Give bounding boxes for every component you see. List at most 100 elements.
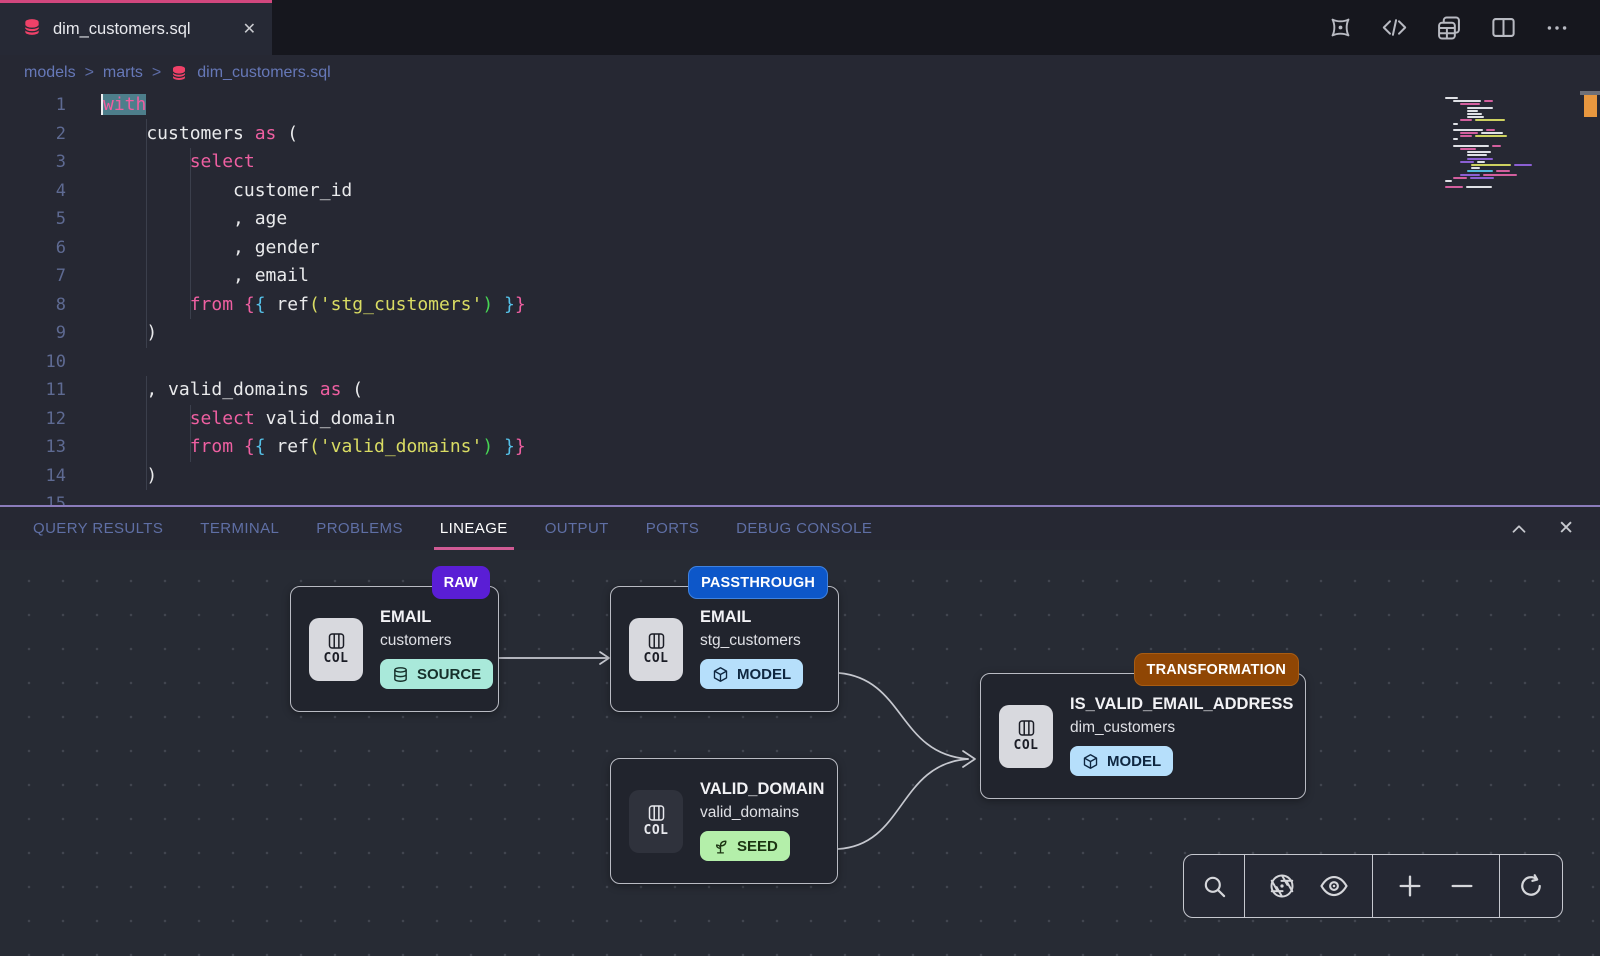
line-number: 14 (0, 462, 66, 491)
model-pill: MODEL (700, 659, 803, 689)
column-icon: COL (309, 618, 363, 681)
node-title: EMAIL (380, 609, 493, 626)
eye-icon[interactable] (1319, 871, 1349, 901)
line-content: ) (103, 462, 157, 491)
line-number: 9 (0, 319, 66, 348)
search-icon[interactable] (1201, 873, 1228, 900)
col-label: COL (324, 651, 349, 666)
code-line[interactable]: 1with (0, 91, 1600, 120)
split-editor-icon[interactable] (1490, 14, 1517, 41)
chevron-right-icon: > (85, 64, 94, 82)
panel-tab-output[interactable]: OUTPUT (545, 507, 609, 550)
seed-pill: SEED (700, 831, 790, 861)
col-label: COL (644, 651, 669, 666)
line-content: with (103, 91, 146, 120)
code-line[interactable]: 10 (0, 348, 1600, 377)
code-line[interactable]: 12 select valid_domain (0, 405, 1600, 434)
source-pill: SOURCE (380, 659, 493, 689)
indent-guide (190, 148, 191, 319)
line-number: 6 (0, 234, 66, 263)
line-content: customers as ( (103, 120, 298, 149)
line-content: from {{ ref('stg_customers') }} (103, 291, 526, 320)
database-icon (170, 64, 188, 82)
bottom-panel: QUERY RESULTS TERMINAL PROBLEMS LINEAGE OUTP… (0, 505, 1600, 956)
zoom-in-icon[interactable] (1396, 872, 1424, 900)
breadcrumb-marts[interactable]: marts (103, 64, 143, 82)
lineage-toolbar (1183, 854, 1563, 918)
zoom-out-icon[interactable] (1448, 872, 1476, 900)
line-content: , email (103, 262, 309, 291)
line-number: 2 (0, 120, 66, 149)
code-line[interactable]: 6 , gender (0, 234, 1600, 263)
col-label: COL (644, 823, 669, 838)
close-icon[interactable]: ✕ (1558, 517, 1574, 540)
code-line[interactable]: 3 select (0, 148, 1600, 177)
minimap[interactable] (1445, 97, 1555, 189)
column-icon: COL (629, 790, 683, 853)
chevron-up-icon[interactable] (1508, 518, 1530, 540)
line-number: 12 (0, 405, 66, 434)
column-icon: COL (629, 618, 683, 681)
code-icon[interactable] (1381, 14, 1408, 41)
code-line[interactable]: 4 customer_id (0, 177, 1600, 206)
code-line[interactable]: 14 ) (0, 462, 1600, 491)
code-editor: models > marts > dim_customers.sql 1with… (0, 55, 1600, 505)
col-label: COL (1014, 738, 1039, 753)
raw-badge: RAW (432, 566, 490, 599)
code-line[interactable]: 7 , email (0, 262, 1600, 291)
indent-guide (146, 376, 147, 490)
refresh-icon[interactable] (1517, 872, 1545, 900)
transformation-badge: TRANSFORMATION (1134, 653, 1299, 686)
code-line[interactable]: 15 (0, 490, 1600, 505)
scrollbar-marker[interactable] (1584, 95, 1597, 117)
code-line[interactable]: 2 customers as ( (0, 120, 1600, 149)
code-line[interactable]: 9 ) (0, 319, 1600, 348)
line-number: 4 (0, 177, 66, 206)
panel-tab-terminal[interactable]: TERMINAL (200, 507, 279, 550)
line-number: 7 (0, 262, 66, 291)
lineage-canvas[interactable]: RAW COL EMAIL customers SOURCE PASSTHROU… (0, 550, 1600, 956)
ellipsis-icon[interactable] (1544, 15, 1570, 41)
close-icon[interactable]: ✕ (243, 19, 256, 39)
line-number: 5 (0, 205, 66, 234)
panel-tab-bar: QUERY RESULTS TERMINAL PROBLEMS LINEAGE OUTP… (0, 507, 1600, 550)
panel-tab-ports[interactable]: PORTS (646, 507, 699, 550)
panel-tab-query-results[interactable]: QUERY RESULTS (33, 507, 163, 550)
database-icon (22, 17, 42, 42)
lineage-node-valid-domains[interactable]: COL VALID_DOMAIN valid_domains SEED (610, 758, 838, 884)
chevron-right-icon: > (152, 64, 161, 82)
code-line[interactable]: 11 , valid_domains as ( (0, 376, 1600, 405)
panel-tab-lineage[interactable]: LINEAGE (440, 507, 508, 550)
tab-label: dim_customers.sql (53, 20, 191, 39)
code-line[interactable]: 5 , age (0, 205, 1600, 234)
line-content: , valid_domains as ( (103, 376, 363, 405)
node-title: IS_VALID_EMAIL_ADDRESS (1070, 696, 1293, 713)
column-icon: COL (999, 705, 1053, 768)
node-subtitle: valid_domains (700, 804, 824, 822)
breadcrumb-models[interactable]: models (24, 64, 76, 82)
code-area[interactable]: 1with2 customers as (3 select4 customer_… (0, 91, 1600, 505)
panel-tab-problems[interactable]: PROBLEMS (316, 507, 403, 550)
code-line[interactable]: 13 from {{ ref('valid_domains') }} (0, 433, 1600, 462)
tab-dim-customers-sql[interactable]: dim_customers.sql ✕ (0, 0, 272, 55)
line-number: 8 (0, 291, 66, 320)
line-number: 13 (0, 433, 66, 462)
code-line[interactable]: 8 from {{ ref('stg_customers') }} (0, 291, 1600, 320)
breadcrumb-file[interactable]: dim_customers.sql (197, 64, 330, 82)
line-number: 11 (0, 376, 66, 405)
model-pill: MODEL (1070, 746, 1173, 776)
aperture-icon[interactable] (1268, 872, 1296, 900)
lineage-node-dim-customers[interactable]: TRANSFORMATION COL IS_VALID_EMAIL_ADDRES… (980, 673, 1306, 799)
editor-tab-bar: dim_customers.sql ✕ (0, 0, 1600, 55)
line-content: ) (103, 319, 157, 348)
line-content: from {{ ref('valid_domains') }} (103, 433, 526, 462)
dbt-logo-icon[interactable] (1327, 14, 1354, 41)
lineage-node-stg-customers[interactable]: PASSTHROUGH COL EMAIL stg_customers MODE… (610, 586, 839, 712)
lineage-node-customers[interactable]: RAW COL EMAIL customers SOURCE (290, 586, 499, 712)
copy-table-icon[interactable] (1435, 14, 1463, 42)
line-content: , age (103, 205, 287, 234)
line-number: 15 (0, 490, 66, 505)
line-number: 10 (0, 348, 66, 377)
panel-tab-debug-console[interactable]: DEBUG CONSOLE (736, 507, 872, 550)
breadcrumb: models > marts > dim_customers.sql (0, 55, 1600, 91)
